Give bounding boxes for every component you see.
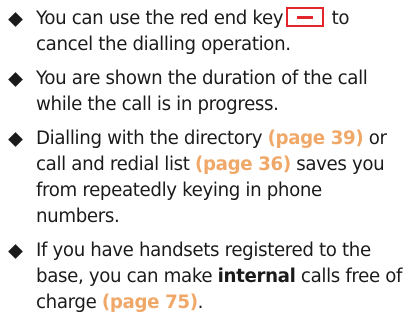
diamond-bullet-icon xyxy=(8,12,23,27)
internal-emphasis: internal xyxy=(217,266,296,287)
manual-page: You can use the red end key to cancel th… xyxy=(0,0,407,326)
internal-text-3: . xyxy=(197,292,204,313)
list-item-text: You can use the red end key to cancel th… xyxy=(36,6,403,58)
page-reference-link[interactable]: (page 75) xyxy=(102,292,198,313)
diamond-bullet-icon xyxy=(8,244,23,259)
diamond-bullet-icon xyxy=(8,132,23,147)
end-key-icon xyxy=(286,7,325,27)
page-reference-link[interactable]: (page 39) xyxy=(268,128,364,149)
directory-text-1: Dialling with the directory xyxy=(36,128,268,149)
tips-list: You can use the red end key to cancel th… xyxy=(8,6,403,316)
list-item-internal-calls: If you have handsets registered to the b… xyxy=(8,238,403,316)
page-reference-link[interactable]: (page 36) xyxy=(195,154,291,175)
list-item-text: Dialling with the directory (page 39) or… xyxy=(36,126,403,230)
end-key-text-before: You can use the red end key xyxy=(36,8,284,29)
list-item-text: You are shown the duration of the call w… xyxy=(36,68,368,115)
list-item-text: If you have handsets registered to the b… xyxy=(36,238,403,316)
diamond-bullet-icon xyxy=(8,72,23,87)
list-item-directory-dialling: Dialling with the directory (page 39) or… xyxy=(8,126,403,230)
list-item-call-duration: You are shown the duration of the call w… xyxy=(8,66,403,118)
list-item-end-key: You can use the red end key to cancel th… xyxy=(8,6,403,58)
